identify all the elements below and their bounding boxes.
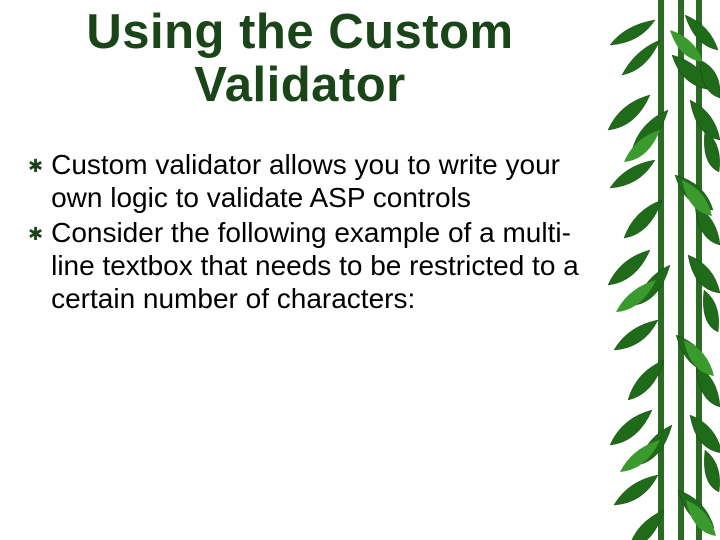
bullet-text: Custom validator allows you to write you… [51,148,588,214]
slide-title: Using the Custom Validator [0,6,600,112]
bamboo-decoration [600,0,720,540]
slide-body: ✱ Custom validator allows you to write y… [28,148,588,317]
asterisk-icon: ✱ [28,152,43,180]
bullet-text: Consider the following example of a mult… [51,216,588,315]
list-item: ✱ Consider the following example of a mu… [28,216,588,315]
slide: Using the Custom Validator ✱ Custom vali… [0,0,720,540]
list-item: ✱ Custom validator allows you to write y… [28,148,588,214]
asterisk-icon: ✱ [28,220,43,248]
